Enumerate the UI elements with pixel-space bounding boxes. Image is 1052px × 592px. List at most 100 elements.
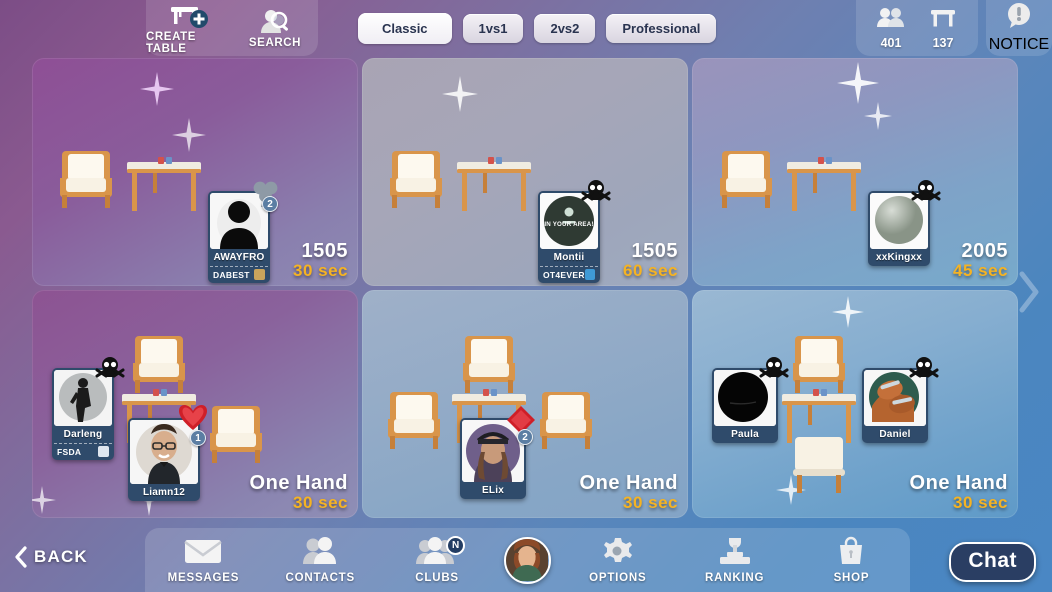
skull-badge-icon — [95, 356, 125, 382]
nav-label-messages: MESSAGES — [167, 572, 240, 584]
player-name: Darleng — [63, 429, 103, 440]
chevron-right-icon — [1019, 271, 1039, 313]
create-table-button[interactable]: CREATE TABLE — [146, 0, 232, 56]
back-label: BACK — [34, 547, 88, 566]
player-card[interactable]: Paula — [712, 357, 789, 443]
players-online-counter: 401 — [876, 6, 906, 50]
empty-chair — [787, 330, 853, 394]
players-online-value: 401 — [880, 36, 902, 50]
game-table — [125, 154, 203, 214]
club-emblem-icon — [584, 269, 595, 280]
shopping-bag-icon — [836, 536, 866, 571]
mode-tab-classic[interactable]: Classic — [358, 12, 452, 44]
player-card[interactable]: ELix 2 — [460, 406, 535, 499]
empty-chair — [382, 386, 448, 450]
game-table — [780, 386, 858, 446]
next-page-button[interactable] — [1016, 270, 1042, 319]
player-name: Daniel — [879, 429, 911, 440]
bottom-bar: BACK MESSAGES CONTACTS N CLUBS OPTIONS R… — [0, 528, 1052, 592]
stake-amount: One Hand — [909, 472, 1008, 495]
nav-item-messages[interactable]: MESSAGES — [153, 528, 253, 592]
empty-chair — [457, 330, 523, 394]
player-card[interactable]: AWAYFRO DABEST 2 — [208, 181, 278, 283]
player-card[interactable]: Darleng FSDA — [52, 357, 125, 460]
notice-label: NOTICE — [988, 36, 1050, 53]
table-plus-icon — [167, 2, 211, 30]
tables-open-counter: 137 — [928, 6, 958, 50]
topbar-left-spacer — [0, 0, 146, 56]
sparkle-icon — [832, 296, 864, 328]
table-card[interactable]: xxKingxx 2005 45 sec — [692, 58, 1018, 286]
stake-amount: One Hand — [249, 472, 348, 495]
table-card[interactable]: Darleng FSDA Liamn12 1 One Hand 30 sec — [32, 290, 358, 518]
table-card[interactable]: IN YOUR AREA! Montii OT4EVER 1505 60 sec — [362, 58, 688, 286]
sparkle-icon — [837, 62, 879, 104]
stake-timer: 30 sec — [953, 493, 1008, 513]
nav-label-ranking: RANKING — [705, 572, 765, 584]
sparkle-icon — [140, 72, 174, 106]
user-avatar[interactable] — [503, 536, 551, 584]
stake-amount: 2005 — [961, 240, 1008, 263]
game-table — [785, 154, 863, 214]
envelope-icon — [183, 536, 223, 571]
empty-chair — [54, 145, 120, 209]
nav-item-options[interactable]: OPTIONS — [568, 528, 668, 592]
stake-amount: 1505 — [631, 240, 678, 263]
lobby-counters: 401 137 — [856, 0, 978, 56]
back-button[interactable]: BACK — [14, 546, 88, 568]
table-stakes: 1505 30 sec — [293, 241, 348, 280]
search-person-icon — [258, 8, 292, 36]
table-card[interactable]: AWAYFRO DABEST 2 1505 30 sec — [32, 58, 358, 286]
club-emblem-icon — [98, 446, 109, 457]
mode-tab-2vs2[interactable]: 2vs2 — [534, 13, 596, 43]
contacts-icon — [300, 536, 340, 571]
club-emblem-icon — [254, 269, 265, 280]
stake-timer: 45 sec — [953, 261, 1008, 281]
table-stakes: One Hand 30 sec — [250, 473, 348, 512]
nav-item-ranking[interactable]: RANKING — [685, 528, 785, 592]
nav-item-shop[interactable]: SHOP — [801, 528, 901, 592]
empty-chair — [384, 145, 450, 209]
club-row: DABEST — [210, 266, 268, 283]
chat-label: Chat — [968, 549, 1017, 572]
mode-tab-1vs1[interactable]: 1vs1 — [462, 13, 524, 43]
player-name: Liamn12 — [143, 487, 185, 498]
player-card[interactable]: Liamn12 1 — [128, 405, 207, 501]
stake-timer: 30 sec — [293, 261, 348, 281]
search-label: SEARCH — [248, 36, 302, 49]
nav-label-clubs: CLUBS — [415, 572, 459, 584]
bottom-nav-group: MESSAGES CONTACTS N CLUBS OPTIONS RANKIN… — [145, 528, 910, 592]
notice-button[interactable]: NOTICE — [986, 0, 1052, 56]
empty-chair — [534, 386, 600, 450]
table-card[interactable]: ELix 2 One Hand 30 sec — [362, 290, 688, 518]
stake-amount: 1505 — [301, 240, 348, 263]
table-stakes: 2005 45 sec — [953, 241, 1008, 280]
nav-item-clubs[interactable]: N CLUBS — [387, 528, 487, 592]
clubs-notification-badge: N — [446, 536, 466, 555]
stake-timer: 30 sec — [293, 493, 348, 513]
player-card[interactable]: xxKingxx — [868, 180, 941, 266]
club-row: FSDA — [54, 443, 112, 460]
notice-bubble-icon — [1004, 2, 1034, 35]
skull-badge-icon — [581, 179, 611, 205]
chevron-left-icon — [15, 546, 27, 568]
player-card[interactable]: Daniel — [862, 357, 939, 443]
club-row: OT4EVER — [540, 266, 598, 283]
club-name: DABEST — [213, 269, 250, 280]
skull-badge-icon — [759, 356, 789, 382]
table-stakes: One Hand 30 sec — [910, 473, 1008, 512]
nav-item-contacts[interactable]: CONTACTS — [270, 528, 370, 592]
suit-heart-badge-icon — [176, 402, 210, 432]
player-card[interactable]: IN YOUR AREA! Montii OT4EVER — [538, 180, 611, 283]
empty-chair — [127, 330, 193, 394]
table-icon — [928, 6, 958, 35]
create-table-label: CREATE TABLE — [146, 30, 197, 55]
mode-tab-professional[interactable]: Professional — [606, 13, 717, 43]
sparkle-icon — [864, 102, 892, 130]
table-card[interactable]: Paula Daniel One Hand 30 sec — [692, 290, 1018, 518]
stake-timer: 60 sec — [623, 261, 678, 281]
top-bar: CREATE TABLE SEARCH Classic 1vs1 2vs2 Pr… — [0, 0, 1052, 56]
chat-button[interactable]: Chat — [949, 542, 1036, 582]
sparkle-icon — [442, 76, 478, 112]
search-button[interactable]: SEARCH — [232, 0, 318, 56]
